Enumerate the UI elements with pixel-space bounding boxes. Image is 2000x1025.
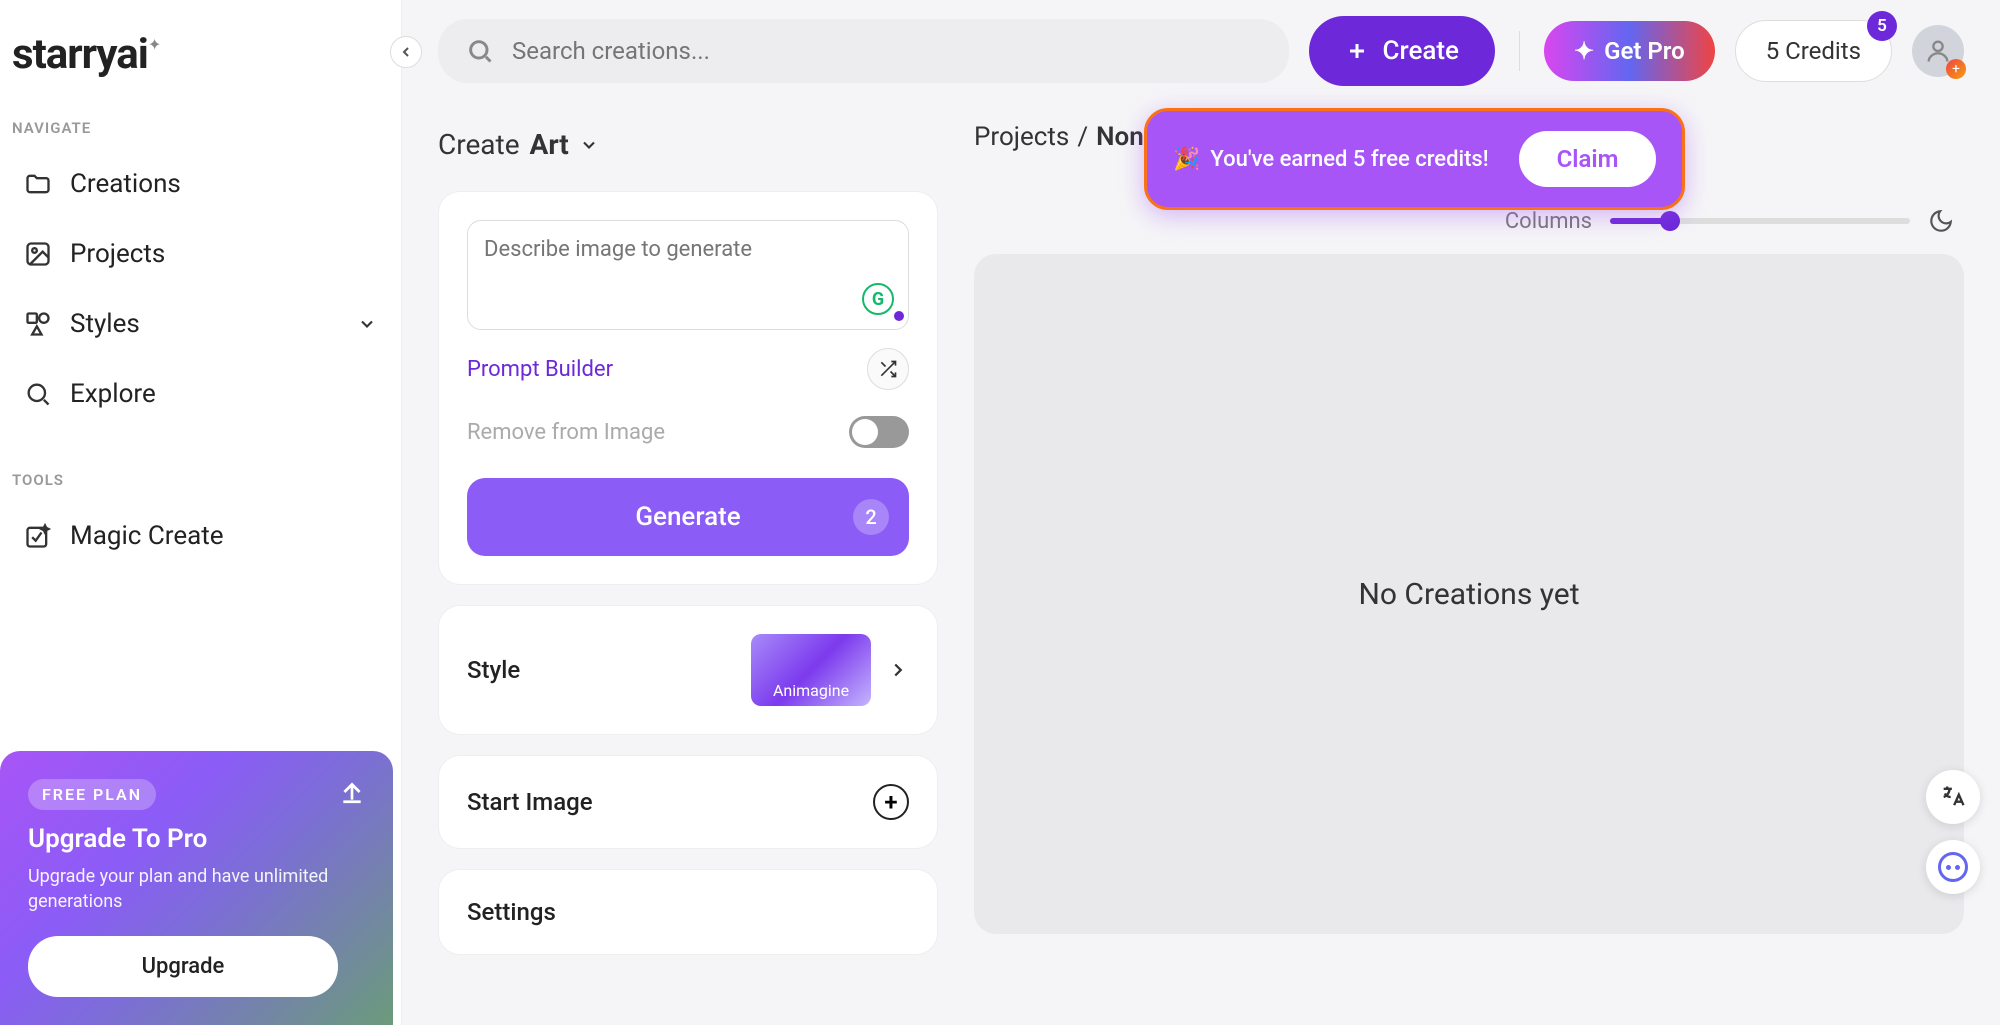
upload-icon[interactable]: [339, 779, 365, 805]
search-bar[interactable]: [438, 19, 1289, 83]
upgrade-title: Upgrade To Pro: [28, 824, 365, 854]
shuffle-button[interactable]: [867, 348, 909, 390]
upgrade-button[interactable]: Upgrade: [28, 936, 338, 997]
generate-count-badge: 2: [853, 499, 889, 535]
sparkle-icon: ✦: [1574, 37, 1594, 65]
create-panel: Create Art G Prompt Builder: [438, 122, 938, 1005]
create-button[interactable]: Create: [1309, 16, 1495, 86]
columns-slider[interactable]: [1610, 218, 1910, 224]
shapes-icon: [24, 310, 52, 338]
magic-wand-icon: [24, 522, 52, 550]
sidebar: starryai✦ NAVIGATE Creations Projects St…: [0, 0, 402, 1025]
settings-card[interactable]: Settings: [438, 869, 938, 955]
sparkle-icon: ✦: [148, 35, 161, 54]
chevron-down-icon: [579, 135, 599, 155]
section-tools-label: TOOLS: [0, 461, 401, 499]
credits-notification: 🎉 You've earned 5 free credits! Claim: [1144, 108, 1685, 210]
settings-label: Settings: [467, 898, 556, 926]
sidebar-item-explore[interactable]: Explore: [8, 361, 393, 427]
folder-icon: [24, 170, 52, 198]
chevron-right-icon: [887, 659, 909, 681]
divider: [1519, 31, 1520, 71]
content: Create Art G Prompt Builder: [402, 102, 2000, 1025]
upgrade-desc: Upgrade your plan and have unlimited gen…: [28, 864, 365, 914]
plus-icon: [1345, 39, 1369, 63]
claim-button[interactable]: Claim: [1519, 131, 1657, 187]
translate-button[interactable]: [1926, 770, 1980, 824]
columns-control: Columns: [974, 208, 1964, 234]
style-label: Style: [467, 656, 520, 684]
sidebar-item-label: Styles: [70, 309, 140, 339]
sidebar-item-creations[interactable]: Creations: [8, 151, 393, 217]
sidebar-item-label: Creations: [70, 169, 181, 199]
sidebar-item-styles[interactable]: Styles: [8, 291, 393, 357]
right-area: Projects / None 🎉 You've earned 5 free c…: [974, 122, 1964, 1005]
prompt-card: G Prompt Builder Remove from Image: [438, 191, 938, 585]
assistant-button[interactable]: [1926, 840, 1980, 894]
sidebar-item-label: Magic Create: [70, 521, 224, 551]
search-input[interactable]: [512, 37, 1261, 65]
notification-text: You've earned 5 free credits!: [1210, 147, 1488, 172]
prompt-textarea[interactable]: [484, 237, 892, 297]
sidebar-item-magic-create[interactable]: Magic Create: [8, 503, 393, 569]
credits-badge: 5: [1867, 11, 1897, 41]
grammarly-icon[interactable]: G: [862, 283, 900, 321]
sidebar-item-label: Explore: [70, 379, 156, 409]
main-area: Create ✦ Get Pro 5 Credits 5 + Create Ar…: [402, 0, 2000, 1025]
avatar-plus-icon: +: [1946, 59, 1966, 79]
header: Create ✦ Get Pro 5 Credits 5 +: [402, 0, 2000, 102]
style-card[interactable]: Style Animagine: [438, 605, 938, 735]
start-image-card[interactable]: Start Image +: [438, 755, 938, 849]
search-icon: [24, 380, 52, 408]
get-pro-button[interactable]: ✦ Get Pro: [1544, 21, 1715, 81]
credits-pill[interactable]: 5 Credits 5: [1735, 20, 1892, 82]
sidebar-item-label: Projects: [70, 239, 165, 269]
start-image-label: Start Image: [467, 788, 593, 816]
breadcrumb[interactable]: Projects / None 🎉 You've earned 5 free c…: [974, 122, 1964, 152]
prompt-box[interactable]: G: [467, 220, 909, 330]
plan-badge: FREE PLAN: [28, 779, 156, 810]
sidebar-item-projects[interactable]: Projects: [8, 221, 393, 287]
generate-button[interactable]: Generate 2: [467, 478, 909, 556]
empty-state-text: No Creations yet: [1358, 577, 1579, 612]
style-thumbnail: Animagine: [751, 634, 871, 706]
sidebar-collapse-button[interactable]: [390, 36, 422, 68]
brand-logo[interactable]: starryai✦: [0, 20, 401, 109]
remove-from-image-label: Remove from Image: [467, 420, 665, 445]
creations-canvas: No Creations yet: [974, 254, 1964, 934]
section-navigate-label: NAVIGATE: [0, 109, 401, 147]
image-icon: [24, 240, 52, 268]
create-heading[interactable]: Create Art: [438, 122, 938, 167]
add-start-image-button[interactable]: +: [873, 784, 909, 820]
columns-label: Columns: [1505, 209, 1592, 234]
dark-mode-icon[interactable]: [1928, 208, 1954, 234]
chevron-down-icon: [357, 314, 377, 334]
party-emoji-icon: 🎉: [1173, 147, 1200, 172]
search-icon: [466, 37, 494, 65]
avatar[interactable]: +: [1912, 25, 1964, 77]
remove-toggle[interactable]: [849, 416, 909, 448]
prompt-builder-link[interactable]: Prompt Builder: [467, 357, 613, 382]
upgrade-card: FREE PLAN Upgrade To Pro Upgrade your pl…: [0, 751, 393, 1025]
